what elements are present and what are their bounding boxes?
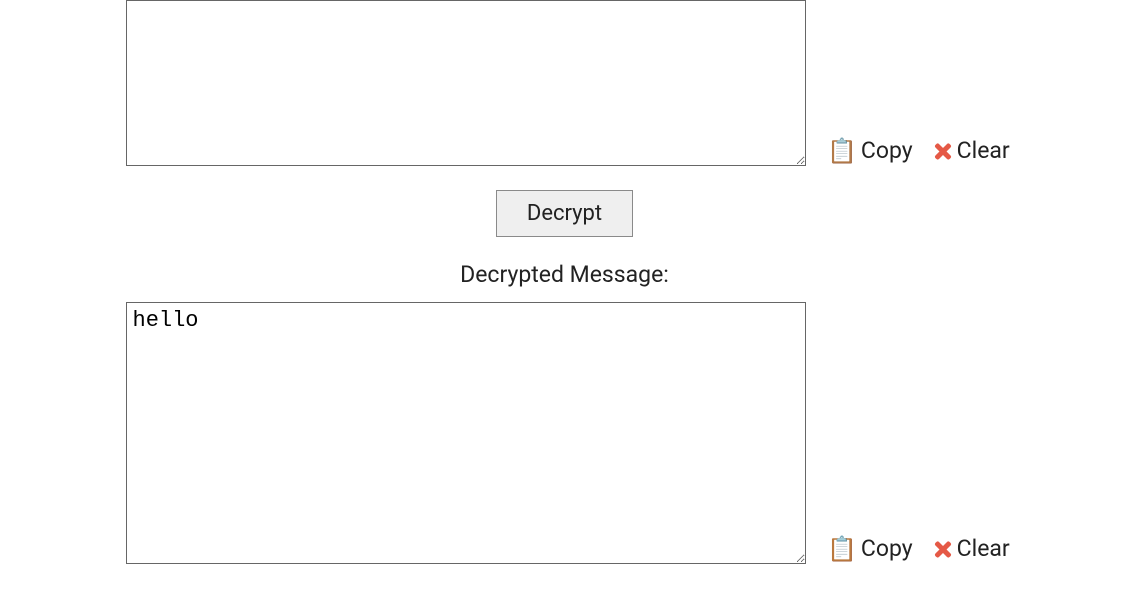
clear-label: Clear [957, 535, 1010, 562]
copy-label: Copy [861, 137, 913, 164]
input-column [0, 0, 815, 166]
copy-label: Copy [861, 535, 913, 562]
input-row: 📋 Copy Clear [0, 0, 1129, 166]
cross-icon [931, 538, 953, 560]
button-column: Decrypt Decrypted Message: [0, 166, 1129, 302]
output-column [0, 302, 815, 564]
clear-label: Clear [957, 137, 1010, 164]
decrypted-output[interactable] [126, 302, 806, 564]
clipboard-icon: 📋 [827, 537, 857, 561]
decrypt-button[interactable]: Decrypt [496, 190, 633, 237]
copy-input-button[interactable]: 📋 Copy [827, 137, 913, 164]
input-side-actions: 📋 Copy Clear [815, 137, 1129, 166]
encrypted-input[interactable] [126, 0, 806, 166]
decrypt-button-row: Decrypt [496, 190, 633, 237]
clear-output-button[interactable]: Clear [931, 535, 1010, 562]
decrypt-tool: 📋 Copy Clear Decrypt Decrypted Message: … [0, 0, 1129, 564]
cross-icon [931, 140, 953, 162]
output-side-actions: 📋 Copy Clear [815, 535, 1129, 564]
copy-output-button[interactable]: 📋 Copy [827, 535, 913, 562]
output-row: 📋 Copy Clear [0, 302, 1129, 564]
clear-input-button[interactable]: Clear [931, 137, 1010, 164]
clipboard-icon: 📋 [827, 139, 857, 163]
output-label: Decrypted Message: [460, 261, 669, 288]
